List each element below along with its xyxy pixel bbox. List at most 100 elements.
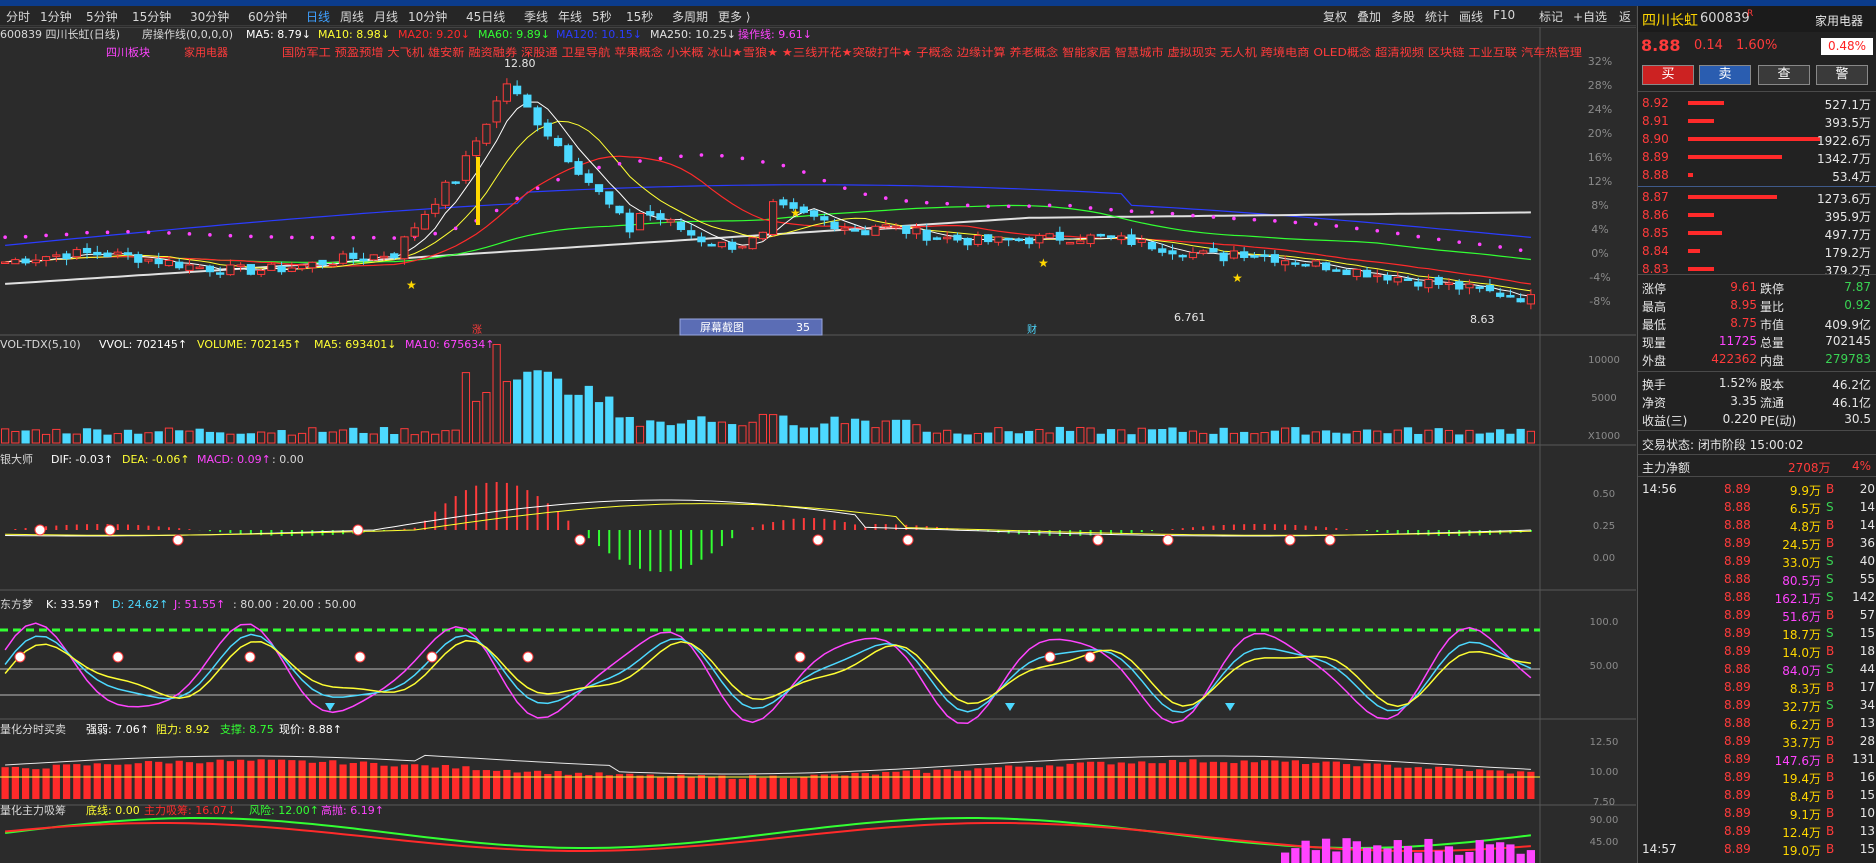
volume-bar: [799, 427, 808, 444]
tick-price: 8.89: [1724, 806, 1751, 820]
ask-row[interactable]: 8.90 1922.6万: [1638, 130, 1876, 148]
period-tab[interactable]: 多周期: [672, 8, 708, 25]
strength-bar: [1005, 765, 1013, 799]
chart-area[interactable]: ★ ★ ★ ★ 600839 四川长虹(日线) 房操作线(0,0,0,0) MA5: 8.7…: [0, 26, 1636, 863]
period-tab[interactable]: 10分钟: [408, 8, 447, 25]
period-tab[interactable]: 5分钟: [86, 8, 118, 25]
sector-label[interactable]: 家用电器: [1815, 12, 1863, 29]
main-net-row[interactable]: 主力净额 2708万 4%: [1638, 457, 1876, 475]
tick-side: B: [1826, 716, 1835, 730]
strength-bar: [1363, 763, 1371, 799]
period-tab[interactable]: 45日线: [466, 8, 505, 25]
trade-status-text: 交易状态: 闭市阶段 15:00:02: [1642, 438, 1804, 452]
strength-bar: [462, 766, 470, 799]
bid-row[interactable]: 8.85 497.7万: [1638, 224, 1876, 242]
period-tab[interactable]: 年线: [558, 8, 582, 25]
candle-body: [1270, 254, 1280, 263]
toolbar-button[interactable]: 复权: [1323, 8, 1347, 25]
strength-bar: [943, 769, 951, 799]
period-tab[interactable]: 更多 ⟩: [718, 8, 751, 25]
volume-bar: [881, 420, 890, 444]
order-bar: [1688, 213, 1714, 217]
chart-canvas[interactable]: ★ ★ ★ ★ 600839 四川长虹(日线) 房操作线(0,0,0,0) MA5: 8.7…: [0, 26, 1636, 863]
strength-bar: [431, 767, 439, 799]
strength-indicator-name: 量化分时买卖: [0, 722, 66, 736]
period-tab[interactable]: 月线: [374, 8, 398, 25]
volume-bar: [809, 427, 819, 444]
ask-row[interactable]: 8.92 527.1万: [1638, 94, 1876, 112]
y-tick: X1000: [1588, 431, 1620, 442]
candle-body: [1281, 260, 1290, 266]
bid-row[interactable]: 8.86 395.9万: [1638, 206, 1876, 224]
volume-bar: [72, 433, 81, 444]
volume-bar: [1219, 427, 1228, 444]
period-tab[interactable]: 15秒: [626, 8, 653, 25]
buy-signal-icon: [902, 534, 914, 546]
y-tick: -8%: [1589, 295, 1610, 308]
tick-count: 34: [1859, 698, 1875, 712]
bid-row[interactable]: 8.84 179.2万: [1638, 242, 1876, 260]
sell-button[interactable]: 卖: [1699, 65, 1751, 85]
money-indicator-name: 量化主力吸筹: [0, 803, 66, 817]
strength-bar: [185, 762, 194, 799]
volume-bar: [461, 372, 471, 444]
ask-row[interactable]: 8.88 53.4万: [1638, 166, 1876, 184]
ask-row[interactable]: 8.91 393.5万: [1638, 112, 1876, 130]
order-price: 8.92: [1642, 96, 1669, 110]
candle-body: [297, 264, 307, 270]
alert-button[interactable]: 警: [1816, 65, 1868, 85]
toolbar-button[interactable]: 多股: [1391, 8, 1415, 25]
period-tab[interactable]: 周线: [340, 8, 364, 25]
candle-body: [154, 258, 163, 265]
buy-button[interactable]: 买: [1642, 65, 1694, 85]
query-button[interactable]: 查: [1758, 65, 1810, 85]
toolbar-button[interactable]: F10: [1493, 8, 1515, 22]
volume-bar: [1014, 433, 1024, 444]
stat-label: 涨停: [1642, 282, 1667, 296]
divider: [1638, 476, 1876, 477]
period-tab[interactable]: 分时: [6, 8, 30, 25]
period-tab[interactable]: 季线: [524, 8, 548, 25]
candle-body: [134, 254, 143, 263]
toolbar-button[interactable]: 统计: [1425, 8, 1449, 25]
op-line-dot: [228, 233, 233, 238]
op-line-dot: [1027, 204, 1031, 208]
candle-body: [881, 224, 890, 228]
candle-body: [390, 253, 399, 259]
volume-bar: [912, 424, 921, 444]
strength-bar: [175, 760, 183, 799]
period-tab[interactable]: 30分钟: [190, 8, 229, 25]
period-tab[interactable]: 60分钟: [248, 8, 287, 25]
strength-bar: [1250, 762, 1259, 799]
volume-bar: [615, 417, 624, 444]
absorb-bar: [1424, 838, 1433, 863]
candle-body: [932, 237, 942, 240]
candle-body: [410, 227, 419, 237]
strength-bar: [1107, 764, 1115, 799]
bid-row[interactable]: 8.83 379.2万: [1638, 260, 1876, 278]
toolbar-button[interactable]: 叠加: [1357, 8, 1381, 25]
period-tab[interactable]: 15分钟: [132, 8, 171, 25]
strength-bar: [738, 778, 747, 799]
toolbar-button[interactable]: +自选: [1573, 8, 1607, 25]
period-tab[interactable]: 5秒: [592, 8, 612, 25]
candle-body: [912, 227, 921, 235]
op-line-dot: [1252, 217, 1257, 222]
absorb-bar: [1465, 851, 1474, 863]
bid-row[interactable]: 8.87 1273.6万: [1638, 188, 1876, 206]
toolbar-button[interactable]: 标记: [1539, 8, 1563, 25]
candle-body: [953, 234, 962, 241]
stat-value: 409.9亿: [1824, 318, 1871, 332]
strength-bar: [994, 767, 1003, 799]
period-tab[interactable]: 日线: [306, 8, 330, 25]
toolbar-button[interactable]: 画线: [1459, 8, 1483, 25]
volume-bar: [41, 433, 51, 444]
strength-bar: [155, 761, 163, 799]
volume-bar: [1352, 430, 1361, 444]
candle-body: [1342, 269, 1351, 276]
ask-row[interactable]: 8.89 1342.7万: [1638, 148, 1876, 166]
op-line-dot: [494, 208, 499, 213]
op-line-dot: [1518, 248, 1523, 252]
period-tab[interactable]: 1分钟: [40, 8, 72, 25]
y-tick: 12.50: [1590, 737, 1619, 748]
